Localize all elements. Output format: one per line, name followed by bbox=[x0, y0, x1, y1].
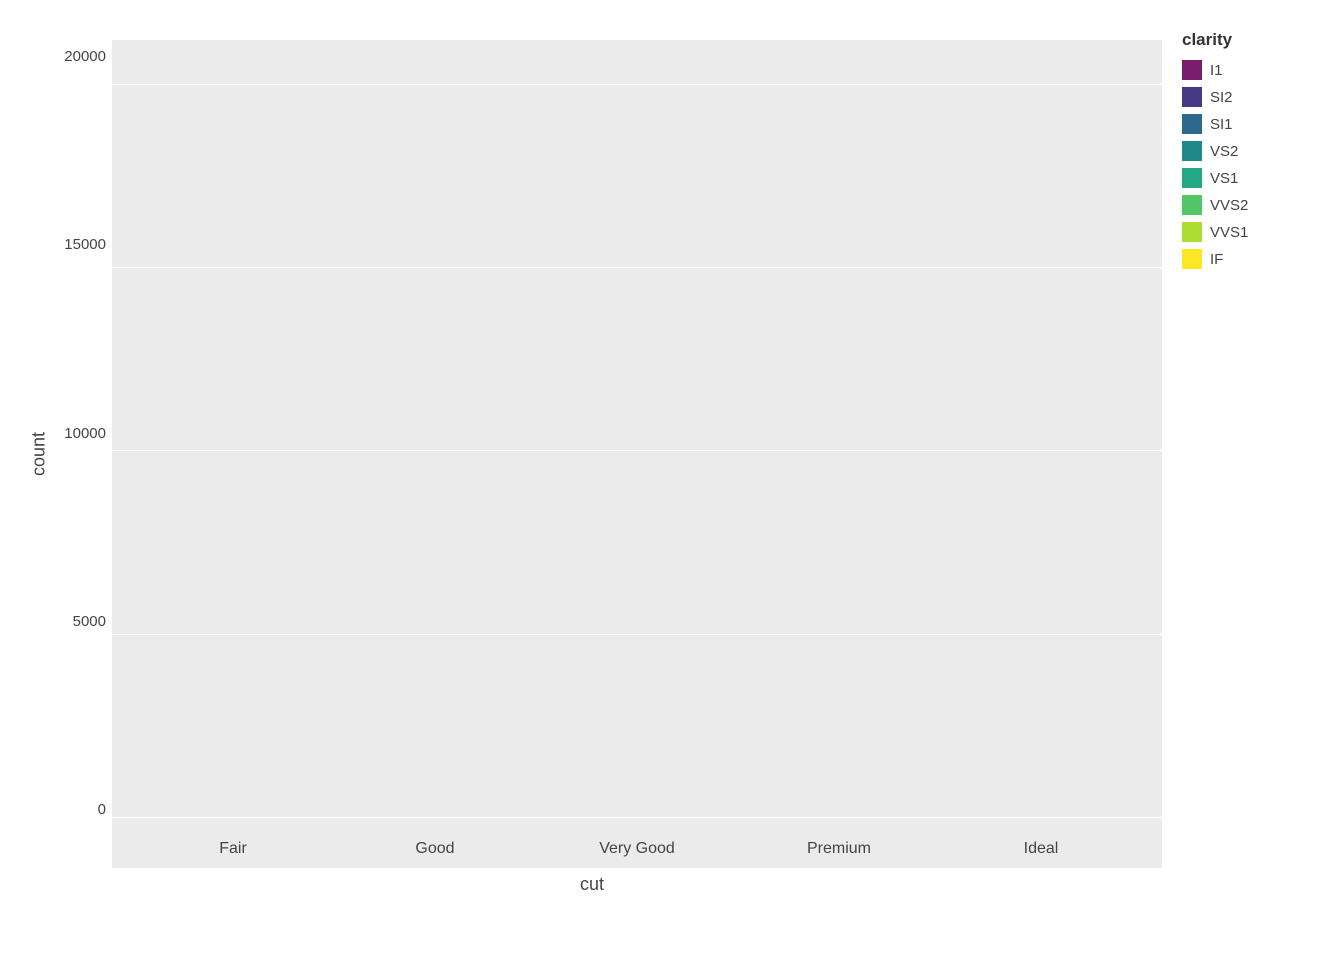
legend-item-si2: SI2 bbox=[1182, 87, 1322, 107]
legend-label: VS1 bbox=[1210, 170, 1238, 187]
grid-line bbox=[112, 450, 1162, 451]
x-label: Good bbox=[375, 840, 495, 858]
chart-container: count 0 5000 10000 15000 20000 Fair Good Very … bbox=[0, 0, 1344, 960]
grid-line bbox=[112, 267, 1162, 268]
legend-label: VVS1 bbox=[1210, 224, 1248, 241]
x-label: Ideal bbox=[981, 840, 1101, 858]
chart-area: count 0 5000 10000 15000 20000 Fair Good Very … bbox=[22, 20, 1162, 940]
legend-swatch bbox=[1182, 222, 1202, 242]
plot-region-wrapper: count 0 5000 10000 15000 20000 Fair Good Very … bbox=[22, 40, 1162, 868]
legend-item-if: IF bbox=[1182, 249, 1322, 269]
x-label: Very Good bbox=[577, 840, 697, 858]
y-tick: 15000 bbox=[64, 236, 112, 253]
y-tick: 5000 bbox=[73, 613, 112, 630]
legend-item-vs2: VS2 bbox=[1182, 141, 1322, 161]
plot-region: Fair Good Very Good Premium Ideal bbox=[112, 40, 1162, 868]
legend-swatch bbox=[1182, 195, 1202, 215]
y-axis-label: count bbox=[22, 40, 52, 868]
y-ticks: 0 5000 10000 15000 20000 bbox=[52, 40, 112, 868]
legend-label: VVS2 bbox=[1210, 197, 1248, 214]
legend-item-vvs2: VVS2 bbox=[1182, 195, 1322, 215]
bars-area bbox=[112, 48, 1162, 818]
y-tick: 20000 bbox=[64, 48, 112, 65]
x-labels: Fair Good Very Good Premium Ideal bbox=[112, 840, 1162, 858]
legend-item-vvs1: VVS1 bbox=[1182, 222, 1322, 242]
legend: clarity I1 SI2 SI1 VS2 VS1 VVS2 VVS1 IF bbox=[1162, 20, 1322, 276]
chart-wrapper: count 0 5000 10000 15000 20000 Fair Good Very … bbox=[22, 20, 1322, 940]
legend-item-vs1: VS1 bbox=[1182, 168, 1322, 188]
legend-label: VS2 bbox=[1210, 143, 1238, 160]
grid-line bbox=[112, 817, 1162, 818]
legend-label: SI2 bbox=[1210, 89, 1233, 106]
legend-label: I1 bbox=[1210, 62, 1223, 79]
legend-label: SI1 bbox=[1210, 116, 1233, 133]
x-label: Fair bbox=[173, 840, 293, 858]
grid-line bbox=[112, 634, 1162, 635]
legend-swatch bbox=[1182, 168, 1202, 188]
legend-item-si1: SI1 bbox=[1182, 114, 1322, 134]
legend-title: clarity bbox=[1182, 30, 1322, 50]
legend-swatch bbox=[1182, 87, 1202, 107]
legend-item-i1: I1 bbox=[1182, 60, 1322, 80]
x-axis-label: cut bbox=[22, 868, 1162, 900]
grid-line bbox=[112, 84, 1162, 85]
legend-swatch bbox=[1182, 249, 1202, 269]
y-tick: 10000 bbox=[64, 425, 112, 442]
legend-swatch bbox=[1182, 114, 1202, 134]
plot-with-yaxis: 0 5000 10000 15000 20000 Fair Good Very Good Pr… bbox=[52, 40, 1162, 868]
legend-swatch bbox=[1182, 60, 1202, 80]
y-tick: 0 bbox=[98, 801, 112, 818]
legend-swatch bbox=[1182, 141, 1202, 161]
x-label: Premium bbox=[779, 840, 899, 858]
legend-label: IF bbox=[1210, 251, 1223, 268]
